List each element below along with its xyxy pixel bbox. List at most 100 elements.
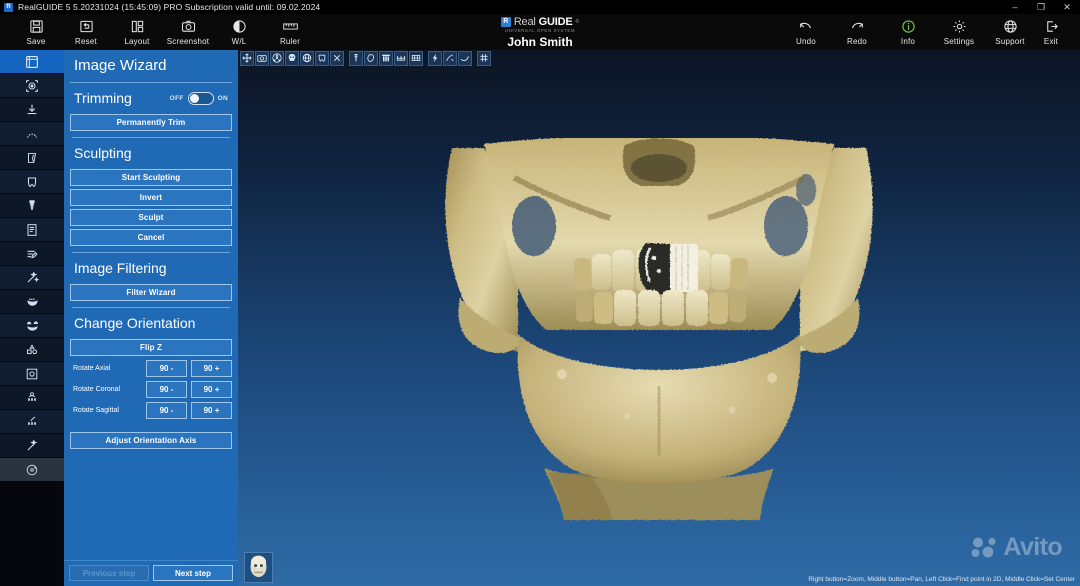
toolbar-ruler-button[interactable]: Ruler: [254, 14, 326, 50]
filtering-section-header: Image Filtering: [70, 253, 232, 281]
sculpt-button[interactable]: Sculpt: [70, 209, 232, 226]
sidebar-item-tooth[interactable]: [0, 170, 64, 194]
spline-icon[interactable]: [458, 50, 472, 66]
frame-icon: [24, 366, 40, 382]
rotate-axial-row: Rotate Axial 90 - 90 +: [70, 360, 232, 377]
maximize-button[interactable]: ❐: [1028, 0, 1054, 14]
notes-icon: [24, 246, 40, 262]
start-sculpting-button[interactable]: Start Sculpting: [70, 169, 232, 186]
camera-icon: [181, 18, 196, 35]
toolbar-redo-label: Redo: [847, 37, 867, 46]
globe-view-icon[interactable]: [300, 50, 314, 66]
invert-button[interactable]: Invert: [70, 189, 232, 206]
import-icon: [24, 102, 40, 118]
window-titlebar: R RealGUIDE 5 5.20231024 (15:45:09) PRO …: [0, 0, 1080, 14]
grid-icon[interactable]: [477, 50, 491, 66]
trimming-toggle-group[interactable]: OFF ON: [170, 91, 228, 105]
toolbar-ruler-label: Ruler: [279, 37, 301, 46]
curve-edit-icon[interactable]: [443, 50, 457, 66]
rotate-axial-plus-button[interactable]: 90 +: [191, 360, 232, 377]
sidebar-item-align[interactable]: [0, 74, 64, 98]
sidebar-item-nerve[interactable]: [0, 146, 64, 170]
permanently-trim-button[interactable]: Permanently Trim: [70, 114, 232, 131]
close-icon[interactable]: [330, 50, 344, 66]
sidebar-item-arch[interactable]: [0, 122, 64, 146]
next-step-button[interactable]: Next step: [153, 565, 233, 581]
rotate-sagittal-minus-button[interactable]: 90 -: [146, 402, 187, 419]
orientation-section-header: Change Orientation: [70, 308, 232, 336]
trimming-title: Trimming: [74, 90, 132, 106]
rotate-axial-minus-button[interactable]: 90 -: [146, 360, 187, 377]
previous-step-button[interactable]: Previous step: [69, 565, 149, 581]
sidebar-item-wand[interactable]: [0, 266, 64, 290]
undo-icon: [798, 18, 814, 35]
rotate-sagittal-label: Rotate Sagittal: [73, 407, 119, 414]
toolbar-wl-label: W/L: [231, 37, 247, 46]
sidebar-item-smile-full[interactable]: [0, 314, 64, 338]
brand-name-light: Real: [513, 15, 536, 28]
rotate-sagittal-row: Rotate Sagittal 90 - 90 +: [70, 402, 232, 419]
sidebar-item-volume[interactable]: [0, 50, 64, 74]
sidebar-item-notes[interactable]: [0, 242, 64, 266]
contrast-icon: [232, 18, 247, 35]
sidebar-item-disc[interactable]: [0, 458, 64, 482]
trimming-toggle[interactable]: [187, 91, 214, 105]
arch-upper-icon[interactable]: [409, 50, 423, 66]
toolbar-exit-button[interactable]: Exit: [1022, 14, 1080, 50]
wizard-content: Image Wizard Trimming OFF ON Permanently…: [64, 50, 238, 560]
window-title: RealGUIDE 5 5.20231024 (15:45:09) PRO Su…: [18, 2, 321, 12]
toggle-on-label: ON: [217, 94, 228, 102]
3d-viewport[interactable]: Avito Right button=Zoom, Middle button=P…: [238, 50, 1080, 586]
toolbar-support-label: Support: [995, 37, 1025, 46]
minimize-button[interactable]: –: [1002, 0, 1028, 14]
rotate-coronal-row: Rotate Coronal 90 - 90 +: [70, 381, 232, 398]
pan-icon[interactable]: [240, 50, 254, 66]
flip-z-button[interactable]: Flip Z: [70, 339, 232, 356]
sculpting-title: Sculpting: [74, 145, 132, 161]
close-button[interactable]: ✕: [1054, 0, 1080, 14]
adjust-orientation-axis-button[interactable]: Adjust Orientation Axis: [70, 432, 232, 449]
abutment-icon[interactable]: [379, 50, 393, 66]
app-icon: R: [4, 2, 13, 12]
implant-body-icon[interactable]: [349, 50, 363, 66]
brand-subtitle: UNIVERSAL OPEN SYSTEM: [504, 27, 576, 33]
sidebar-item-report[interactable]: [0, 218, 64, 242]
avito-watermark: Avito: [970, 533, 1063, 562]
orientation-head-thumbnail[interactable]: [244, 552, 273, 583]
rotate-sagittal-plus-button[interactable]: 90 +: [191, 402, 232, 419]
filter-wizard-button[interactable]: Filter Wizard: [70, 284, 232, 301]
sidebar-item-bridge[interactable]: [0, 410, 64, 434]
ruler-icon: [282, 18, 299, 35]
rotate-coronal-plus-button[interactable]: 90 +: [191, 381, 232, 398]
sidebar-item-magic[interactable]: [0, 434, 64, 458]
reset-icon: [79, 18, 94, 35]
sidebar-item-smile-lower[interactable]: [0, 290, 64, 314]
trimming-section-header: Trimming OFF ON: [70, 83, 232, 111]
orientation-title: Change Orientation: [74, 315, 196, 331]
sculpting-section-header: Sculpting: [70, 138, 232, 166]
toggle-knob: [189, 93, 199, 103]
avito-logo-icon: [971, 537, 997, 557]
brand-logo: R Real GUIDE ®: [500, 15, 580, 28]
arch-lower-icon[interactable]: [394, 50, 408, 66]
skull-icon[interactable]: [285, 50, 299, 66]
sidebar-item-shapes[interactable]: [0, 338, 64, 362]
cancel-button[interactable]: Cancel: [70, 229, 232, 246]
shapes-icon: [24, 342, 40, 358]
bolt-icon[interactable]: [428, 50, 442, 66]
sidebar-item-prosthesis[interactable]: [0, 386, 64, 410]
rotate-coronal-minus-button[interactable]: 90 -: [146, 381, 187, 398]
brand-mark-icon: R: [500, 16, 511, 27]
sidebar-item-implant[interactable]: [0, 194, 64, 218]
radiation-icon[interactable]: [270, 50, 284, 66]
sidebar-item-import[interactable]: [0, 98, 64, 122]
camera-icon[interactable]: [255, 50, 269, 66]
cut-plane-icon[interactable]: [364, 50, 378, 66]
filtering-title: Image Filtering: [74, 260, 167, 276]
tooth-view-icon[interactable]: [315, 50, 329, 66]
wizard-footer: Previous step Next step: [64, 560, 238, 586]
magic-wand-icon: [24, 438, 40, 454]
brand-trademark: ®: [575, 18, 580, 25]
sidebar-item-frame[interactable]: [0, 362, 64, 386]
report-icon: [24, 222, 40, 238]
